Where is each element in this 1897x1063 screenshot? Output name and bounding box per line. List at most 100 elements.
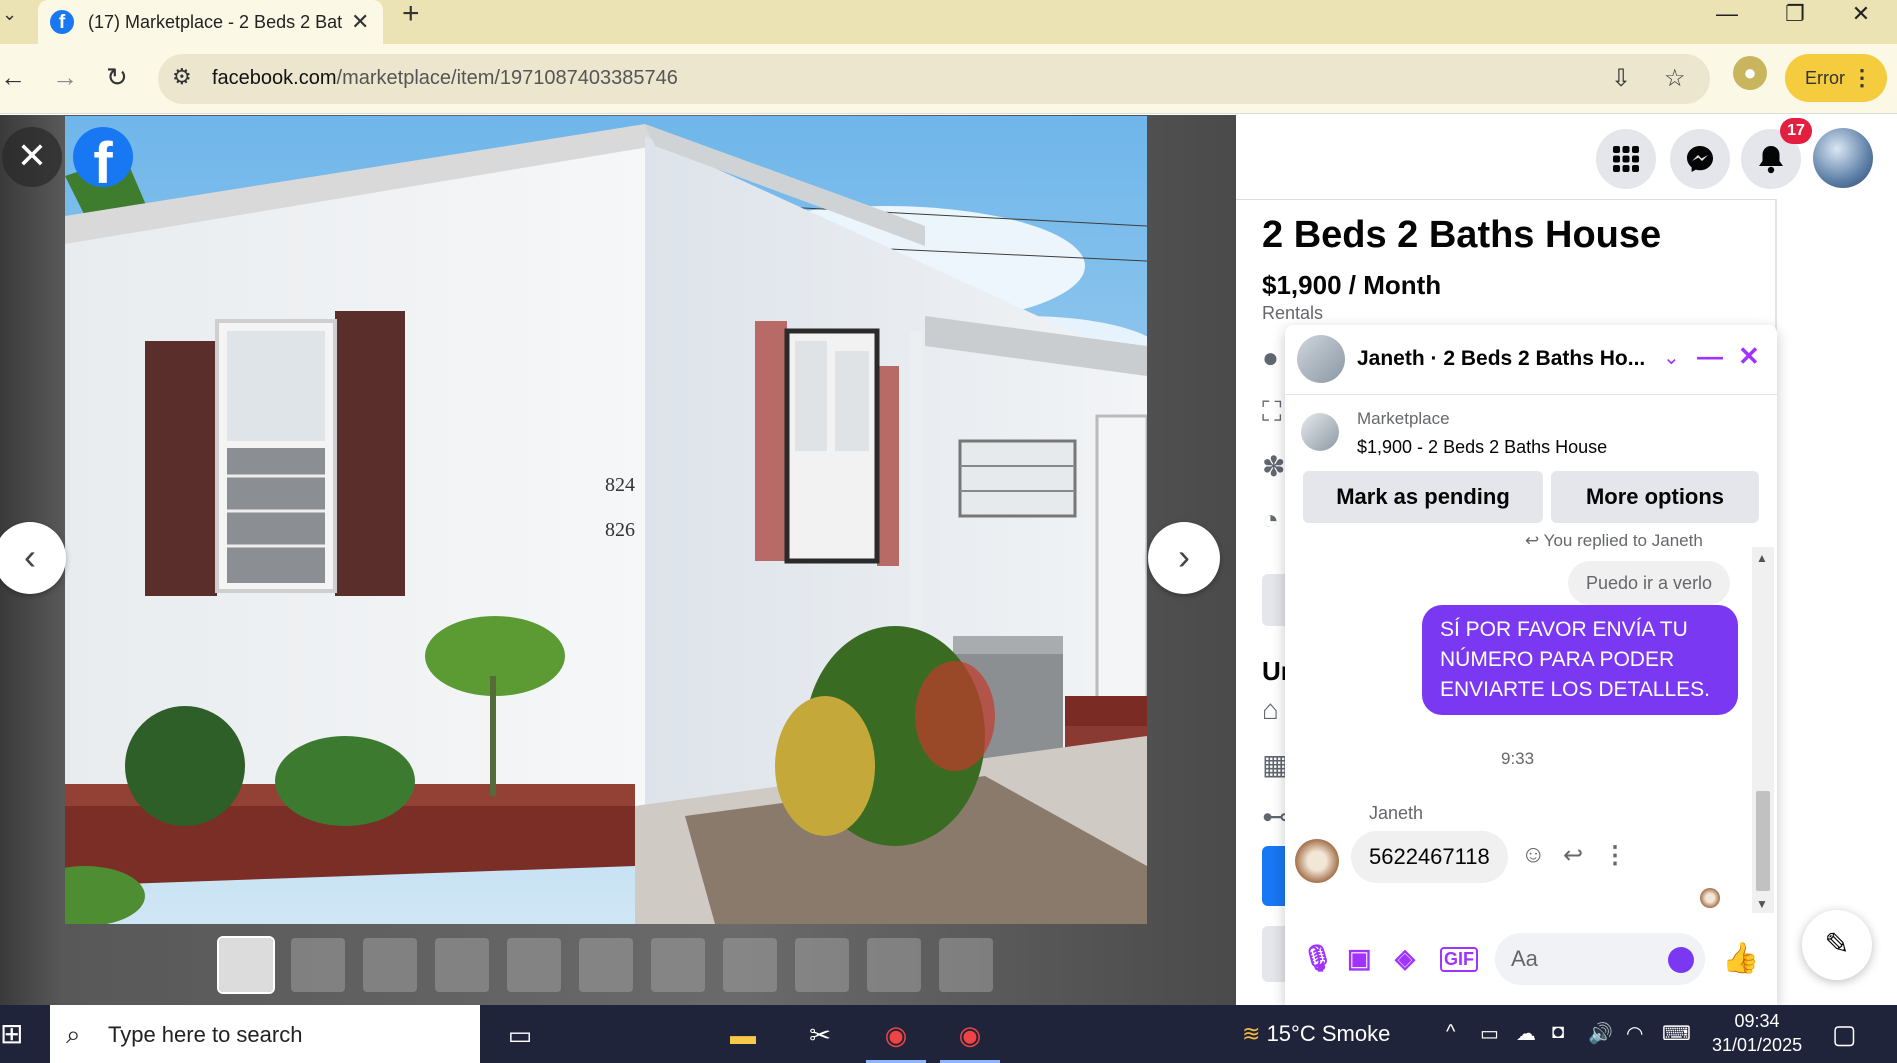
photo-thumbnail[interactable] [939, 938, 993, 992]
mark-as-pending-button[interactable]: Mark as pending [1303, 471, 1543, 523]
quoted-message-bubble[interactable]: Puedo ir a verlo [1568, 561, 1731, 605]
browser-toolbar: ← → ↻ ⚙ facebook.com/marketplace/item/19… [0, 44, 1897, 114]
message-more-icon[interactable]: ⋮ [1603, 841, 1627, 870]
chat-scrollbar[interactable]: ▲ ▼ [1752, 547, 1774, 913]
chat-options-chevron-icon[interactable]: ⌄ [1663, 345, 1680, 370]
browser-profile-icon[interactable]: ● [1733, 56, 1767, 90]
chat-minimize-icon[interactable]: — [1697, 341, 1723, 372]
tab-title: (17) Marketplace - 2 Beds 2 Bat [88, 11, 343, 32]
microphone-icon[interactable]: 🎙 [1301, 943, 1334, 974]
site-settings-icon[interactable]: ⚙ [172, 64, 192, 90]
search-icon: ⌕ [66, 1019, 81, 1049]
scroll-down-arrow-icon[interactable]: ▼ [1756, 897, 1768, 911]
messenger-chat-window: Janeth · 2 Beds 2 Baths Ho... ⌄ — ✕ Mark… [1285, 325, 1777, 1005]
marketplace-label: Marketplace [1357, 409, 1450, 428]
facebook-logo-icon[interactable]: f [73, 127, 133, 187]
menu-grid-icon[interactable] [1596, 129, 1656, 189]
outgoing-message-bubble[interactable]: SÍ POR FAVOR ENVÍA TU NÚMERO PARA PODER … [1422, 605, 1738, 715]
photo-viewer: 824 826 ✕ f ‹ › [0, 115, 1236, 1005]
browser-menu-icon[interactable]: ⋮ [1851, 54, 1873, 102]
photo-thumbnail[interactable] [291, 938, 345, 992]
marketplace-item-thumbnail[interactable] [1301, 413, 1339, 451]
onedrive-cloud-icon[interactable]: ☁ [1516, 1021, 1536, 1046]
windows-start-icon[interactable]: ⊞ [0, 1019, 30, 1049]
window-restore-button[interactable]: ❐ [1762, 0, 1828, 32]
marketplace-item-text[interactable]: $1,900 - 2 Beds 2 Baths House [1357, 437, 1607, 458]
forward-arrow-icon[interactable]: → [52, 62, 78, 93]
photo-thumbnail[interactable] [435, 938, 489, 992]
next-photo-button[interactable]: › [1148, 522, 1220, 594]
house-number-826: 826 [605, 519, 635, 541]
address-bar[interactable]: ⚙ facebook.com/marketplace/item/19710874… [158, 54, 1710, 104]
more-options-button[interactable]: More options [1551, 471, 1759, 523]
photo-thumbnail-strip [217, 936, 993, 994]
chat-contact-avatar[interactable] [1297, 335, 1345, 383]
meet-now-icon[interactable]: ◘ [1552, 1021, 1564, 1044]
photo-thumbnail[interactable] [795, 938, 849, 992]
chat-composer: 🎙 ▣ ◈ GIF Aa 👍 [1285, 915, 1777, 1005]
react-emoji-icon[interactable]: ☺ [1521, 841, 1546, 869]
location-pin-icon: ● [1262, 342, 1279, 373]
file-explorer-icon[interactable]: ▬ [723, 1015, 763, 1055]
weather-icon: ≋ [1242, 1021, 1261, 1046]
chat-close-icon[interactable]: ✕ [1738, 341, 1760, 372]
chrome-profile-icon[interactable]: ◉ [876, 1015, 916, 1055]
photo-thumbnail[interactable] [867, 938, 921, 992]
reload-icon[interactable]: ↻ [106, 62, 128, 93]
facebook-favicon-icon: f [50, 10, 74, 34]
photo-attach-icon[interactable]: ▣ [1347, 943, 1372, 974]
sticker-icon[interactable]: ◈ [1395, 943, 1415, 974]
scroll-up-arrow-icon[interactable]: ▲ [1756, 551, 1768, 565]
action-center-icon[interactable]: ▢ [1832, 1019, 1857, 1050]
tray-overflow-chevron-icon[interactable]: ^ [1446, 1021, 1455, 1044]
new-message-compose-icon[interactable]: ✎ [1802, 910, 1872, 980]
weather-widget[interactable]: ≋ 15°C Smoke [1242, 1021, 1390, 1047]
messenger-icon[interactable] [1670, 129, 1730, 189]
taskbar-search-box[interactable]: ⌕ Type here to search [50, 1005, 480, 1063]
photo-thumbnail[interactable] [579, 938, 633, 992]
window-minimize-button[interactable]: — [1694, 0, 1760, 32]
browser-error-button[interactable]: Error ⋮ [1785, 54, 1887, 102]
tab-close-icon[interactable]: ✕ [351, 9, 369, 35]
listing-category[interactable]: Rentals [1262, 303, 1323, 324]
photo-thumbnail[interactable] [507, 938, 561, 992]
home-icon: ⌂ [1262, 694, 1279, 725]
taskbar-clock[interactable]: 09:34 31/01/2025 [1712, 1009, 1802, 1057]
window-close-button[interactable]: ✕ [1828, 0, 1894, 32]
url-path: /marketplace/item/1971087403385746 [336, 67, 678, 89]
browser-tab-marketplace[interactable]: f (17) Marketplace - 2 Beds 2 Bat ✕ [38, 0, 383, 44]
keyboard-icon[interactable]: ⌨ [1662, 1021, 1691, 1046]
snipping-tool-icon[interactable]: ✂ [800, 1015, 840, 1055]
pets-icon: ✽ [1262, 451, 1286, 482]
photo-thumbnail[interactable] [723, 938, 777, 992]
bookmark-star-icon[interactable]: ☆ [1664, 64, 1686, 93]
photo-thumbnail[interactable] [651, 938, 705, 992]
url-text[interactable]: facebook.com/marketplace/item/1971087403… [212, 67, 678, 90]
sender-avatar[interactable] [1295, 839, 1339, 883]
chat-title[interactable]: Janeth · 2 Beds 2 Baths Ho... [1357, 347, 1657, 371]
listing-title: 2 Beds 2 Baths House [1262, 214, 1662, 256]
notification-count-badge: 17 [1780, 118, 1812, 144]
back-arrow-icon[interactable]: ← [0, 62, 26, 93]
clock-time: 09:34 [1734, 1011, 1780, 1031]
account-avatar[interactable] [1813, 128, 1873, 188]
photo-thumbnail[interactable] [217, 936, 275, 994]
new-tab-button[interactable]: + [402, 0, 420, 30]
gif-icon[interactable]: GIF [1440, 947, 1478, 972]
like-thumb-icon[interactable]: 👍 [1722, 941, 1759, 976]
volume-icon[interactable]: 🔊 [1588, 1021, 1613, 1046]
wifi-icon[interactable]: ◠ [1626, 1021, 1643, 1046]
chat-scroll-thumb[interactable] [1756, 791, 1770, 891]
chrome-icon[interactable]: ◉ [950, 1015, 990, 1055]
incoming-message-bubble[interactable]: 5622467118 [1351, 831, 1508, 883]
reply-icon[interactable]: ↩ [1563, 841, 1583, 870]
battery-icon[interactable]: ▭ [1480, 1021, 1499, 1046]
emoji-picker-icon[interactable] [1668, 947, 1694, 973]
close-viewer-button[interactable]: ✕ [2, 127, 62, 187]
task-view-icon[interactable]: ▭ [500, 1015, 540, 1055]
chat-header[interactable]: Janeth · 2 Beds 2 Baths Ho... ⌄ — ✕ [1285, 325, 1777, 395]
photo-thumbnail[interactable] [363, 938, 417, 992]
previous-photo-button[interactable]: ‹ [0, 522, 66, 594]
tab-search-chevron-icon[interactable]: ⌄ [2, 4, 17, 25]
install-app-icon[interactable]: ⇩ [1611, 64, 1631, 93]
